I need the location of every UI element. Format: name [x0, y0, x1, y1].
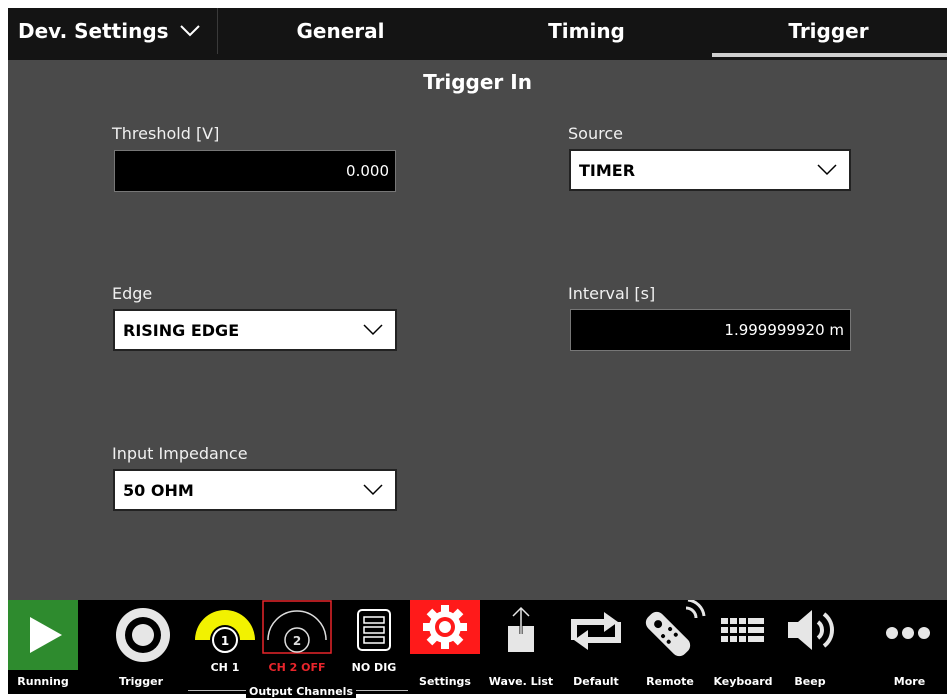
keyboard-button[interactable]: Keyboard [708, 600, 778, 694]
more-button[interactable]: More [872, 600, 947, 694]
speaker-icon [788, 610, 834, 650]
tab-general-label: General [296, 19, 385, 43]
tab-trigger-label: Trigger [788, 19, 869, 43]
input-impedance-label: Input Impedance [112, 444, 248, 463]
wave-list-button[interactable]: Wave. List [486, 600, 556, 694]
input-impedance-value: 50 OHM [123, 480, 194, 500]
ch1-label: CH 1 [210, 661, 240, 674]
interval-label: Interval [s] [568, 284, 656, 303]
source-value: TIMER [579, 160, 636, 180]
beep-button[interactable]: Beep [780, 600, 840, 694]
repeat-icon [571, 612, 621, 650]
section-title: Trigger In [423, 70, 532, 94]
trigger-button[interactable]: Trigger [108, 600, 178, 694]
output-channels-label: Output Channels [246, 685, 356, 698]
keyboard-icon [721, 618, 764, 642]
ch1-gauge-icon: 1 [195, 610, 255, 653]
ch2-button[interactable]: 2 CH 2 OFF [262, 600, 332, 694]
remote-control-icon [645, 600, 706, 657]
gear-icon [410, 600, 480, 654]
interval-value: 1.999999920 m [724, 321, 844, 339]
threshold-input[interactable]: 0.000 [114, 150, 396, 192]
input-impedance-dropdown[interactable]: 50 OHM [113, 469, 397, 511]
dev-settings-label: Dev. Settings [18, 19, 169, 43]
ch1-number: 1 [221, 634, 229, 648]
app-window: Dev. Settings General Timing Trigger Tri… [8, 8, 947, 698]
chevron-down-icon [179, 25, 200, 37]
chevron-down-icon [817, 164, 837, 176]
dev-settings-dropdown[interactable]: Dev. Settings [8, 8, 218, 54]
beep-label: Beep [794, 675, 826, 688]
tab-timing-label: Timing [548, 19, 625, 43]
remote-button[interactable]: Remote [632, 600, 708, 694]
remote-label: Remote [646, 675, 694, 688]
ch2-gauge-icon: 2 [262, 600, 332, 654]
trigger-label: Trigger [118, 675, 164, 688]
edge-dropdown[interactable]: RISING EDGE [113, 309, 397, 351]
threshold-label: Threshold [V] [112, 124, 220, 143]
edge-label: Edge [112, 284, 153, 303]
default-button[interactable]: Default [562, 600, 630, 694]
tab-trigger[interactable]: Trigger [710, 8, 947, 54]
bottom-toolbar: Running Trigger 1 CH 1 2 CH 2 OFF NO DIG… [8, 600, 947, 694]
wave-list-label: Wave. List [488, 675, 554, 688]
chevron-down-icon [363, 484, 383, 496]
no-dig-button[interactable]: NO DIG [344, 600, 404, 694]
chevron-down-icon [363, 324, 383, 336]
source-label: Source [568, 124, 623, 143]
ch2-label: CH 2 OFF [268, 661, 326, 674]
source-dropdown[interactable]: TIMER [569, 149, 851, 191]
more-dots-icon [886, 627, 930, 639]
running-label: Running [17, 675, 69, 688]
tab-timing[interactable]: Timing [463, 8, 710, 54]
upload-icon [508, 606, 534, 652]
ch2-number: 2 [293, 634, 301, 648]
tab-general[interactable]: General [218, 8, 463, 54]
active-tab-indicator [712, 53, 947, 57]
settings-button[interactable]: Settings [410, 600, 480, 694]
edge-value: RISING EDGE [123, 320, 240, 340]
more-label: More [893, 675, 926, 688]
digital-icon [357, 609, 391, 651]
running-button[interactable]: Running [8, 600, 108, 694]
default-label: Default [573, 675, 619, 688]
top-tab-bar: Dev. Settings General Timing Trigger [8, 8, 947, 60]
settings-label: Settings [419, 675, 471, 688]
threshold-value: 0.000 [346, 162, 389, 180]
no-dig-label: NO DIG [351, 661, 397, 674]
ch1-button[interactable]: 1 CH 1 [190, 600, 260, 694]
interval-input[interactable]: 1.999999920 m [570, 309, 851, 351]
keyboard-label: Keyboard [713, 675, 773, 688]
